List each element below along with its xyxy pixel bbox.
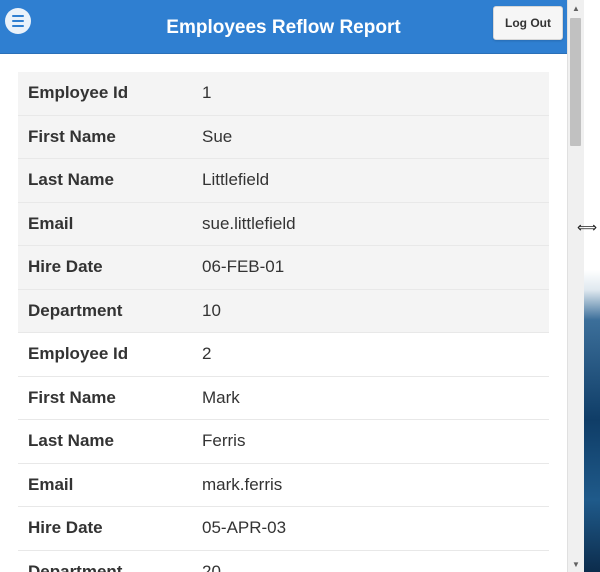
field-value: 20 [202,561,221,572]
field-label: Last Name [28,170,114,190]
scrollbar-thumb[interactable] [570,18,581,146]
field-label: First Name [28,126,116,146]
report-row-employee-id: Employee Id 1 [18,72,549,116]
field-label: Hire Date [28,257,103,277]
report-row-hire-date: Hire Date 05-APR-03 [18,507,549,551]
report-row-first-name: First Name Sue [18,115,549,159]
field-value: mark.ferris [202,474,283,494]
field-value: 1 [202,83,212,103]
field-value: 10 [202,300,221,320]
field-label: Department [28,300,123,320]
field-label: Employee Id [28,344,129,364]
report-row-email: Email mark.ferris [18,464,549,507]
field-value: sue.littlefield [202,213,296,233]
chevron-down-icon[interactable]: ▼ [568,556,584,572]
field-value: Mark [202,387,240,407]
field-label: Hire Date [28,518,103,538]
app-window: Employees Reflow Report Log Out Employee… [0,0,567,572]
field-label: Department [28,561,123,572]
field-value: 06-FEB-01 [202,257,285,277]
report-row-hire-date: Hire Date 06-FEB-01 [18,246,549,290]
report-row-employee-id: Employee Id 2 [18,333,549,377]
field-value: 2 [202,344,212,364]
reflow-report: Employee Id 1 First Name Sue Last Name L… [18,72,549,572]
field-value: Ferris [202,431,246,451]
logout-button[interactable]: Log Out [493,6,563,40]
resize-horizontal-icon: ⟺ [576,218,598,235]
vertical-scrollbar[interactable]: ▲ ▼ [567,0,584,572]
app-header: Employees Reflow Report Log Out [0,0,567,54]
desktop-background [584,0,600,572]
report-row-email: Email sue.littlefield [18,202,549,246]
chevron-up-icon[interactable]: ▲ [568,0,584,16]
page-title: Employees Reflow Report [166,17,401,38]
report-row-last-name: Last Name Littlefield [18,159,549,203]
field-label: Employee Id [28,83,129,103]
field-value: Sue [202,126,233,146]
field-value: 05-APR-03 [202,518,287,538]
field-value: Littlefield [202,170,270,190]
field-label: Last Name [28,431,114,451]
report-row-last-name: Last Name Ferris [18,420,549,464]
report-row-department: Department 10 [18,289,549,333]
report-row-department: Department 20 [18,551,549,572]
field-label: First Name [28,387,116,407]
field-label: Email [28,213,74,233]
field-label: Email [28,474,74,494]
report-row-first-name: First Name Mark [18,377,549,420]
